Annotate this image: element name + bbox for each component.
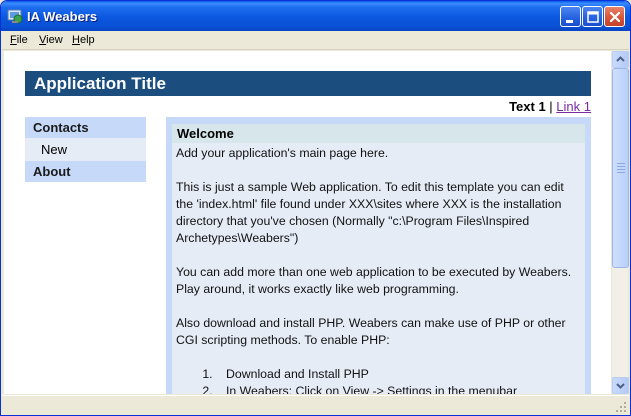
scroll-thumb[interactable] (612, 68, 629, 268)
list-item: In Weabers: Click on View -> Settings in… (216, 383, 577, 394)
menu-help-accel: H (72, 34, 80, 46)
menu-view-rest: iew (46, 34, 63, 46)
resize-grip-icon[interactable] (615, 401, 627, 413)
web-content: Application Title Text 1 | Link 1 Contac… (4, 51, 611, 394)
php-steps-list: Download and Install PHP In Weabers: Cli… (176, 366, 577, 394)
status-bar (2, 395, 629, 415)
arrow-up-icon (616, 56, 625, 62)
close-icon (609, 11, 621, 23)
close-button[interactable] (604, 6, 625, 27)
minimize-icon (566, 20, 573, 23)
welcome-box: Welcome Add your application's main page… (172, 124, 585, 394)
paragraph-template: This is just a sample Web application. T… (176, 180, 564, 245)
app-window: IA Weabers File View Help Application Ti… (0, 0, 631, 416)
scroll-down-button[interactable] (612, 377, 629, 394)
tab-separator: | (545, 99, 557, 114)
grip-line (617, 169, 625, 170)
window-title: IA Weabers (27, 9, 98, 24)
arrow-down-icon (616, 383, 625, 389)
grip-line (617, 166, 625, 167)
tab-bar: Text 1 | Link 1 (509, 99, 591, 114)
menu-bar: File View Help (2, 31, 629, 50)
sidebar-item-new[interactable]: New (25, 138, 146, 161)
sidebar-item-about[interactable]: About (25, 161, 146, 182)
title-bar[interactable]: IA Weabers (1, 1, 630, 31)
menu-help[interactable]: Help (72, 34, 95, 46)
sidebar-item-contacts[interactable]: Contacts (25, 117, 146, 138)
maximize-button[interactable] (582, 6, 603, 27)
welcome-heading: Welcome (172, 124, 585, 143)
tab-link-1[interactable]: Link 1 (556, 99, 591, 114)
main-panel: Welcome Add your application's main page… (166, 117, 591, 394)
app-title: Application Title (34, 74, 166, 93)
welcome-body: Add your application's main page here. T… (172, 143, 585, 394)
app-header: Application Title (25, 71, 591, 96)
tab-text-1: Text 1 (509, 99, 546, 114)
list-item: Download and Install PHP (216, 366, 577, 383)
grip-line (617, 172, 625, 173)
menu-view[interactable]: View (39, 34, 63, 46)
paragraph-php: Also download and install PHP. Weabers c… (176, 316, 566, 347)
minimize-button[interactable] (560, 6, 581, 27)
menu-file-rest: ile (16, 34, 28, 46)
paragraph-multiple-apps: You can add more than one web applicatio… (176, 265, 572, 296)
maximize-icon (587, 11, 599, 23)
scroll-up-button[interactable] (612, 51, 629, 68)
app-icon (7, 9, 23, 24)
menu-file-accel: F (10, 34, 17, 46)
sidebar: Contacts New About (25, 117, 146, 182)
intro-text: Add your application's main page here. (176, 146, 389, 160)
menu-file[interactable]: File (10, 34, 28, 46)
grip-line (617, 163, 625, 164)
vertical-scrollbar[interactable] (611, 51, 629, 394)
menu-help-rest: elp (79, 34, 95, 46)
